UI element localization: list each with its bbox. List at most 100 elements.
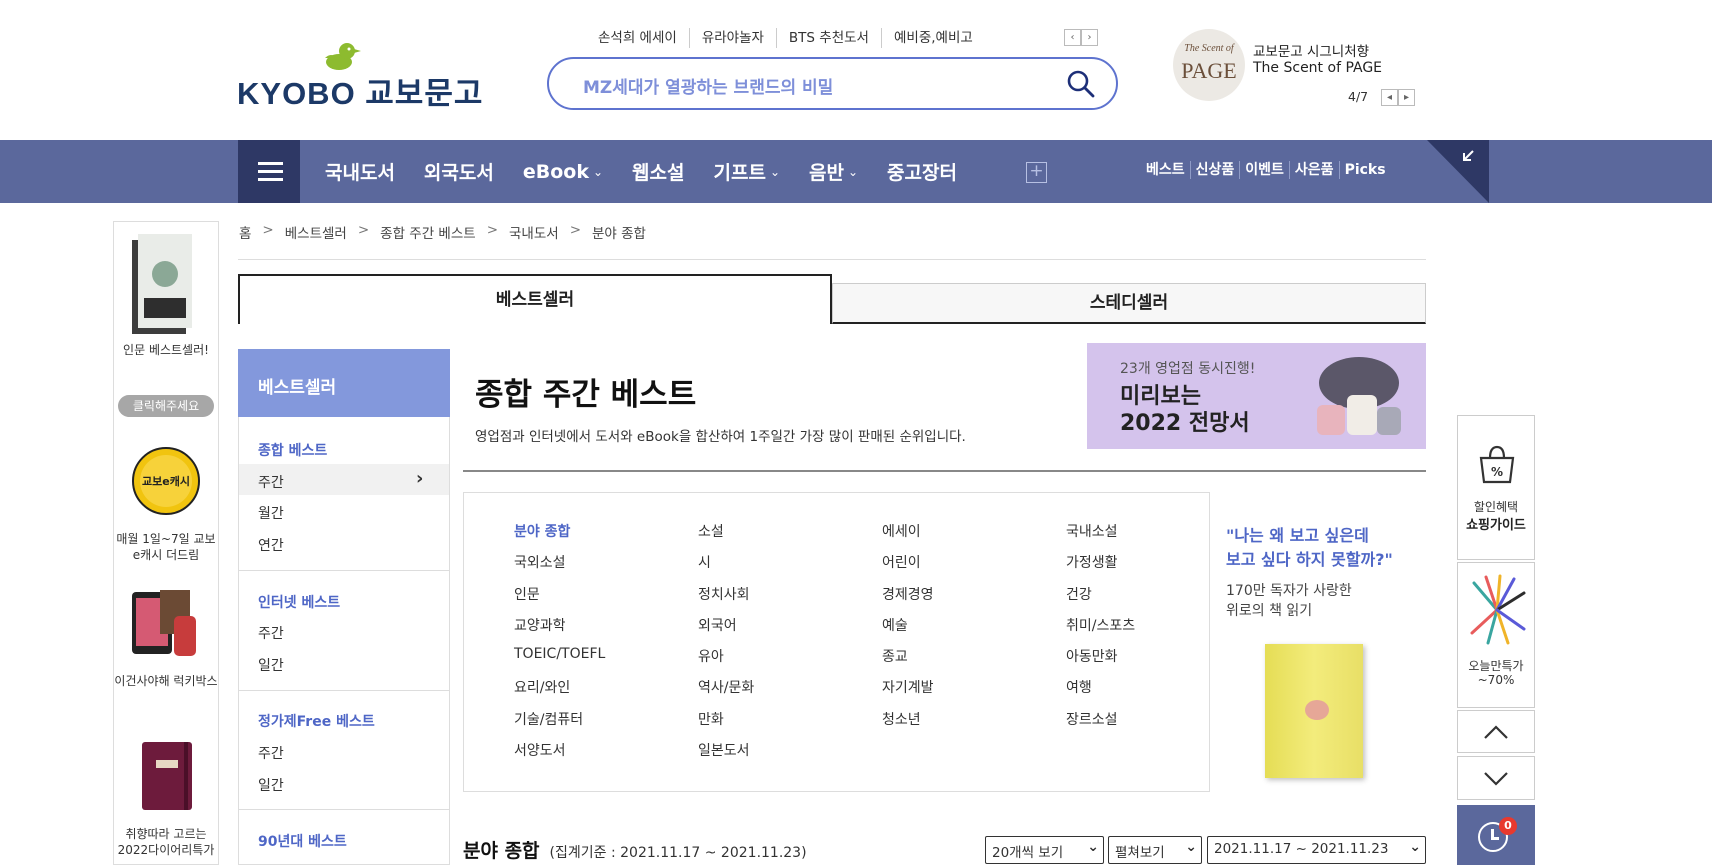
breadcrumb: 홈 > 베스트셀러 > 종합 주간 베스트 > 국내도서 > 분야 종합 <box>239 222 646 242</box>
nav-link-new[interactable]: 신상품 <box>1189 161 1240 179</box>
outlook-banner[interactable]: 23개 영업점 동시진행! 미리보는 2022 전망서 <box>1087 343 1426 449</box>
breadcrumb-home[interactable]: 홈 <box>239 222 251 242</box>
category-link[interactable]: 인문 <box>514 584 698 615</box>
hot-keyword[interactable]: 손석희 에세이 <box>598 28 689 48</box>
search-input[interactable]: MZ세대가 열광하는 브랜드의 비밀 <box>583 73 833 98</box>
nav-link-gift[interactable]: 사은품 <box>1288 161 1339 179</box>
category-link[interactable]: 분야 종합 <box>514 521 698 552</box>
collapse-arrow-icon[interactable] <box>1427 140 1489 203</box>
category-link[interactable]: 경제경영 <box>882 584 1066 615</box>
lucky-box-image[interactable] <box>128 586 204 664</box>
sidebar-item-free-weekly[interactable]: 주간 <box>258 743 284 763</box>
nav-label: 웹소설 <box>632 162 685 184</box>
count-select[interactable]: 20개씩 보기 ⌄ <box>985 836 1104 864</box>
view-select[interactable]: 펼쳐보기 ⌄ <box>1108 836 1202 864</box>
nav-link-event[interactable]: 이벤트 <box>1239 161 1289 179</box>
nav-link-best[interactable]: 베스트 <box>1141 161 1190 179</box>
nav-item-foreign[interactable]: 외국도서 <box>424 158 494 185</box>
category-link[interactable]: 서양도서 <box>514 740 698 771</box>
category-link[interactable]: 유아 <box>698 646 882 677</box>
sidebar-item-internet-weekly[interactable]: 주간 <box>258 623 284 643</box>
category-link[interactable]: 종교 <box>882 646 1066 677</box>
category-link[interactable]: 일본도서 <box>698 740 882 771</box>
period-select[interactable]: 2021.11.17 ~ 2021.11.23 ⌄ <box>1207 836 1426 864</box>
sidebar-item-total-monthly[interactable]: 월간 <box>258 503 284 523</box>
hot-prev-icon[interactable]: ‹ <box>1064 29 1081 46</box>
nav-plus-icon[interactable]: + <box>1026 162 1047 183</box>
nav-link-picks[interactable]: Picks <box>1338 161 1391 179</box>
category-link[interactable]: 예술 <box>882 615 1066 646</box>
today-deal-button[interactable]: 오늘만특가 ~70% <box>1457 562 1535 708</box>
promo-prev-icon[interactable]: ◂ <box>1381 89 1398 106</box>
humanities-book-image[interactable] <box>132 234 198 336</box>
promo-page-indicator: 4/7 <box>1348 89 1369 104</box>
nav-item-ebook[interactable]: eBook ⌄ <box>523 161 603 183</box>
category-link[interactable]: 시 <box>698 552 882 583</box>
category-link[interactable]: TOEIC/TOEFL <box>514 646 698 677</box>
breadcrumb-weekly[interactable]: 종합 주간 베스트 <box>380 222 476 242</box>
ad-book-cover-dot <box>1305 700 1329 720</box>
recent-count-badge: 0 <box>1499 817 1517 835</box>
category-link[interactable]: 기술/컴퓨터 <box>514 709 698 740</box>
promo-next-icon[interactable]: ▸ <box>1398 89 1415 106</box>
promo-label-ecash: 매월 1일~7일 교보e캐시 더드림 <box>116 532 216 562</box>
breadcrumb-field[interactable]: 분야 종합 <box>592 222 646 242</box>
search-box[interactable]: MZ세대가 열광하는 브랜드의 비밀 <box>547 57 1118 110</box>
scent-logo-text: The Scent of <box>1184 43 1234 54</box>
category-link[interactable]: 청소년 <box>882 709 1066 740</box>
category-link[interactable]: 외국어 <box>698 615 882 646</box>
hot-keyword[interactable]: 유라야놀자 <box>688 28 776 48</box>
hot-keyword[interactable]: 예비중,예비고 <box>880 28 985 48</box>
category-link[interactable]: 소설 <box>698 521 882 552</box>
sidebar-group-internet[interactable]: 인터넷 베스트 <box>258 592 340 612</box>
category-link[interactable]: 만화 <box>698 709 882 740</box>
banner-line2: 미리보는 <box>1120 384 1201 409</box>
chevron-down-icon: ⌄ <box>1185 839 1197 855</box>
category-link[interactable]: 역사/문화 <box>698 677 882 708</box>
category-link[interactable]: 자기계발 <box>882 677 1066 708</box>
breadcrumb-domestic[interactable]: 국내도서 <box>509 222 559 242</box>
recent-items-button[interactable]: 0 <box>1457 805 1535 865</box>
chevron-down-icon: ⌄ <box>1087 839 1099 855</box>
category-link[interactable]: 정치사회 <box>698 584 882 615</box>
search-icon[interactable] <box>1066 69 1096 99</box>
scroll-top-button[interactable] <box>1457 710 1535 753</box>
category-link[interactable]: 교양과학 <box>514 615 698 646</box>
sidebar-group-free[interactable]: 정가제Free 베스트 <box>258 711 375 731</box>
hot-next-icon[interactable]: › <box>1081 29 1098 46</box>
hamburger-menu-icon[interactable] <box>238 140 300 203</box>
sidebar-item-free-daily[interactable]: 일간 <box>258 775 284 795</box>
category-link[interactable]: 에세이 <box>882 521 1066 552</box>
ad-sub-line1: 170만 독자가 사랑한 <box>1226 583 1352 599</box>
nav-item-music[interactable]: 음반 ⌄ <box>809 158 858 185</box>
sidebar-item-total-yearly[interactable]: 연간 <box>258 535 284 555</box>
sidebar-title: 베스트셀러 <box>238 349 450 417</box>
category-ad[interactable]: "나는 왜 보고 싶은데 보고 싶다 하지 못할까?" 170만 독자가 사랑한… <box>1209 492 1426 792</box>
sidebar-item-internet-daily[interactable]: 일간 <box>258 655 284 675</box>
svg-text:%: % <box>1491 465 1503 479</box>
kyobo-logo[interactable]: KYOBO 교보문고 <box>237 38 482 111</box>
category-link[interactable]: 국외소설 <box>514 552 698 583</box>
category-link[interactable]: 어린이 <box>882 552 1066 583</box>
scroll-bottom-button[interactable] <box>1457 756 1535 800</box>
hot-keyword[interactable]: BTS 추천도서 <box>775 28 881 48</box>
main-nav: 국내도서 외국도서 eBook ⌄ 웹소설 기프트 ⌄ 음반 ⌄ 중고장터 <box>325 140 986 203</box>
category-link[interactable]: 요리/와인 <box>514 677 698 708</box>
sidebar-group-90s[interactable]: 90년대 베스트 <box>258 831 347 851</box>
nav-item-domestic[interactable]: 국내도서 <box>325 158 395 185</box>
tab-steadyseller[interactable]: 스테디셀러 <box>832 283 1426 324</box>
scent-logo: The Scent of PAGE <box>1173 29 1245 101</box>
diary-image[interactable] <box>142 742 194 810</box>
sidebar-group-total[interactable]: 종합 베스트 <box>258 440 327 460</box>
tab-bestseller[interactable]: 베스트셀러 <box>238 274 832 324</box>
click-here-button[interactable]: 클릭해주세요 <box>118 395 214 417</box>
nav-item-gift[interactable]: 기프트 ⌄ <box>713 158 780 185</box>
nav-item-webnovel[interactable]: 웹소설 <box>632 158 684 185</box>
breadcrumb-sep-icon: > <box>486 222 498 238</box>
chevron-right-icon: › <box>416 468 424 489</box>
breadcrumb-bestseller[interactable]: 베스트셀러 <box>285 222 347 242</box>
sidebar-item-total-weekly[interactable]: 주간 <box>258 472 284 492</box>
shopping-guide-button[interactable]: % 할인혜택 쇼핑가이드 <box>1457 415 1535 560</box>
promo-title: 교보문고 시그니처향 <box>1253 44 1370 60</box>
nav-item-used-market[interactable]: 중고장터 <box>887 158 957 185</box>
